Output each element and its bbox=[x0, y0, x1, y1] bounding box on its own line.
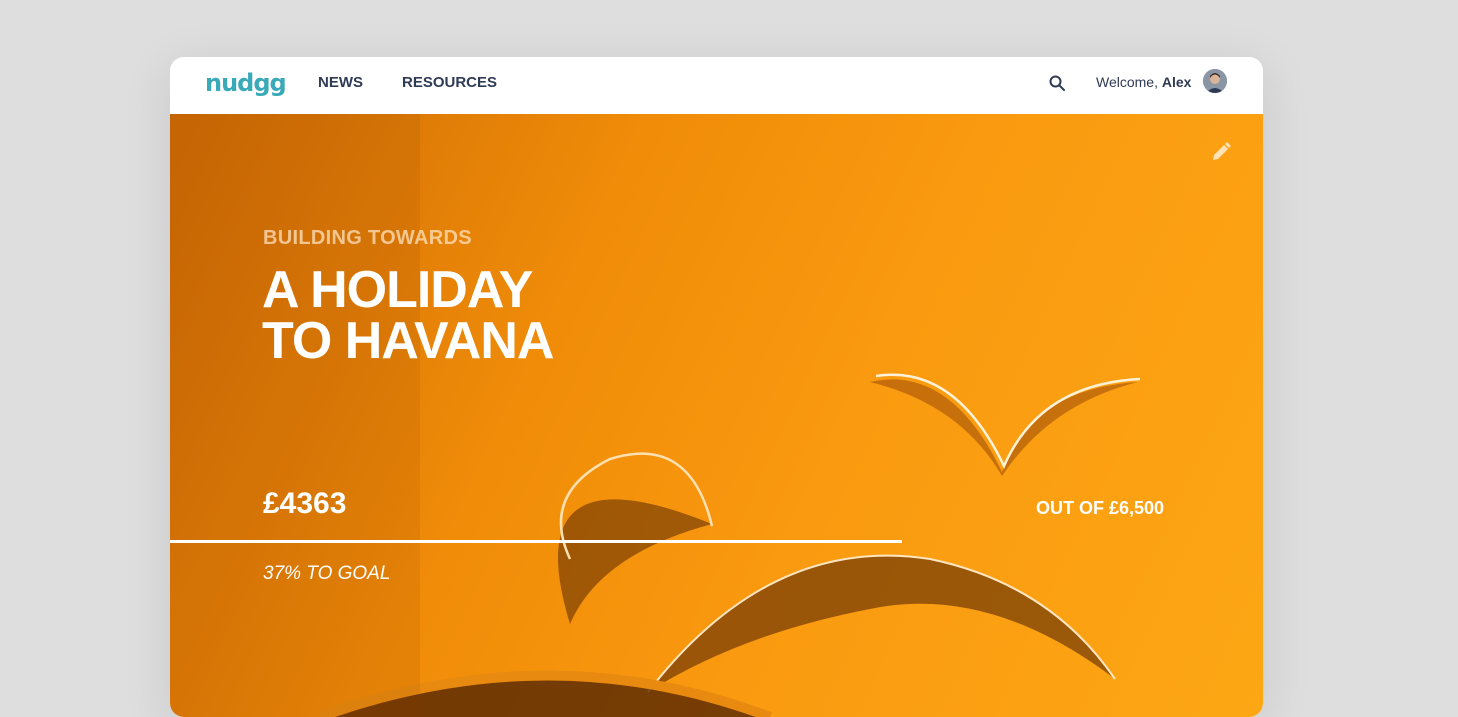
paper-bird-artwork bbox=[170, 114, 1141, 717]
top-navigation-bar: nudgg NEWS RESOURCES Welcome, Alex bbox=[170, 57, 1263, 114]
goal-title-line-2: TO HAVANA bbox=[262, 312, 554, 370]
progress-bar bbox=[170, 540, 1263, 543]
welcome-prefix: Welcome, bbox=[1096, 74, 1158, 90]
welcome-message: Welcome, Alex bbox=[1096, 74, 1191, 90]
nav-link-resources[interactable]: RESOURCES bbox=[402, 74, 497, 91]
target-amount: OUT OF £6,500 bbox=[1036, 498, 1165, 518]
goal-hero: BUILDING TOWARDS A HOLIDAY TO HAVANA £43… bbox=[170, 114, 1263, 717]
app-window: nudgg NEWS RESOURCES Welcome, Alex BUILD… bbox=[170, 57, 1263, 717]
avatar-icon bbox=[1203, 69, 1227, 93]
nav-link-news[interactable]: NEWS bbox=[318, 74, 363, 91]
search-icon[interactable] bbox=[1048, 74, 1066, 92]
user-avatar[interactable] bbox=[1203, 69, 1227, 93]
goal-title: A HOLIDAY TO HAVANA bbox=[262, 264, 554, 370]
saved-amount: £4363 bbox=[263, 487, 347, 520]
goal-eyebrow: BUILDING TOWARDS bbox=[263, 227, 472, 249]
brand-logo[interactable]: nudgg bbox=[205, 69, 287, 97]
goal-title-line-1: A HOLIDAY bbox=[262, 261, 533, 319]
progress-percentage: 37% TO GOAL bbox=[263, 563, 391, 584]
progress-bar-fill bbox=[170, 540, 903, 543]
user-name: Alex bbox=[1161, 74, 1192, 90]
pencil-icon[interactable] bbox=[1210, 141, 1232, 163]
